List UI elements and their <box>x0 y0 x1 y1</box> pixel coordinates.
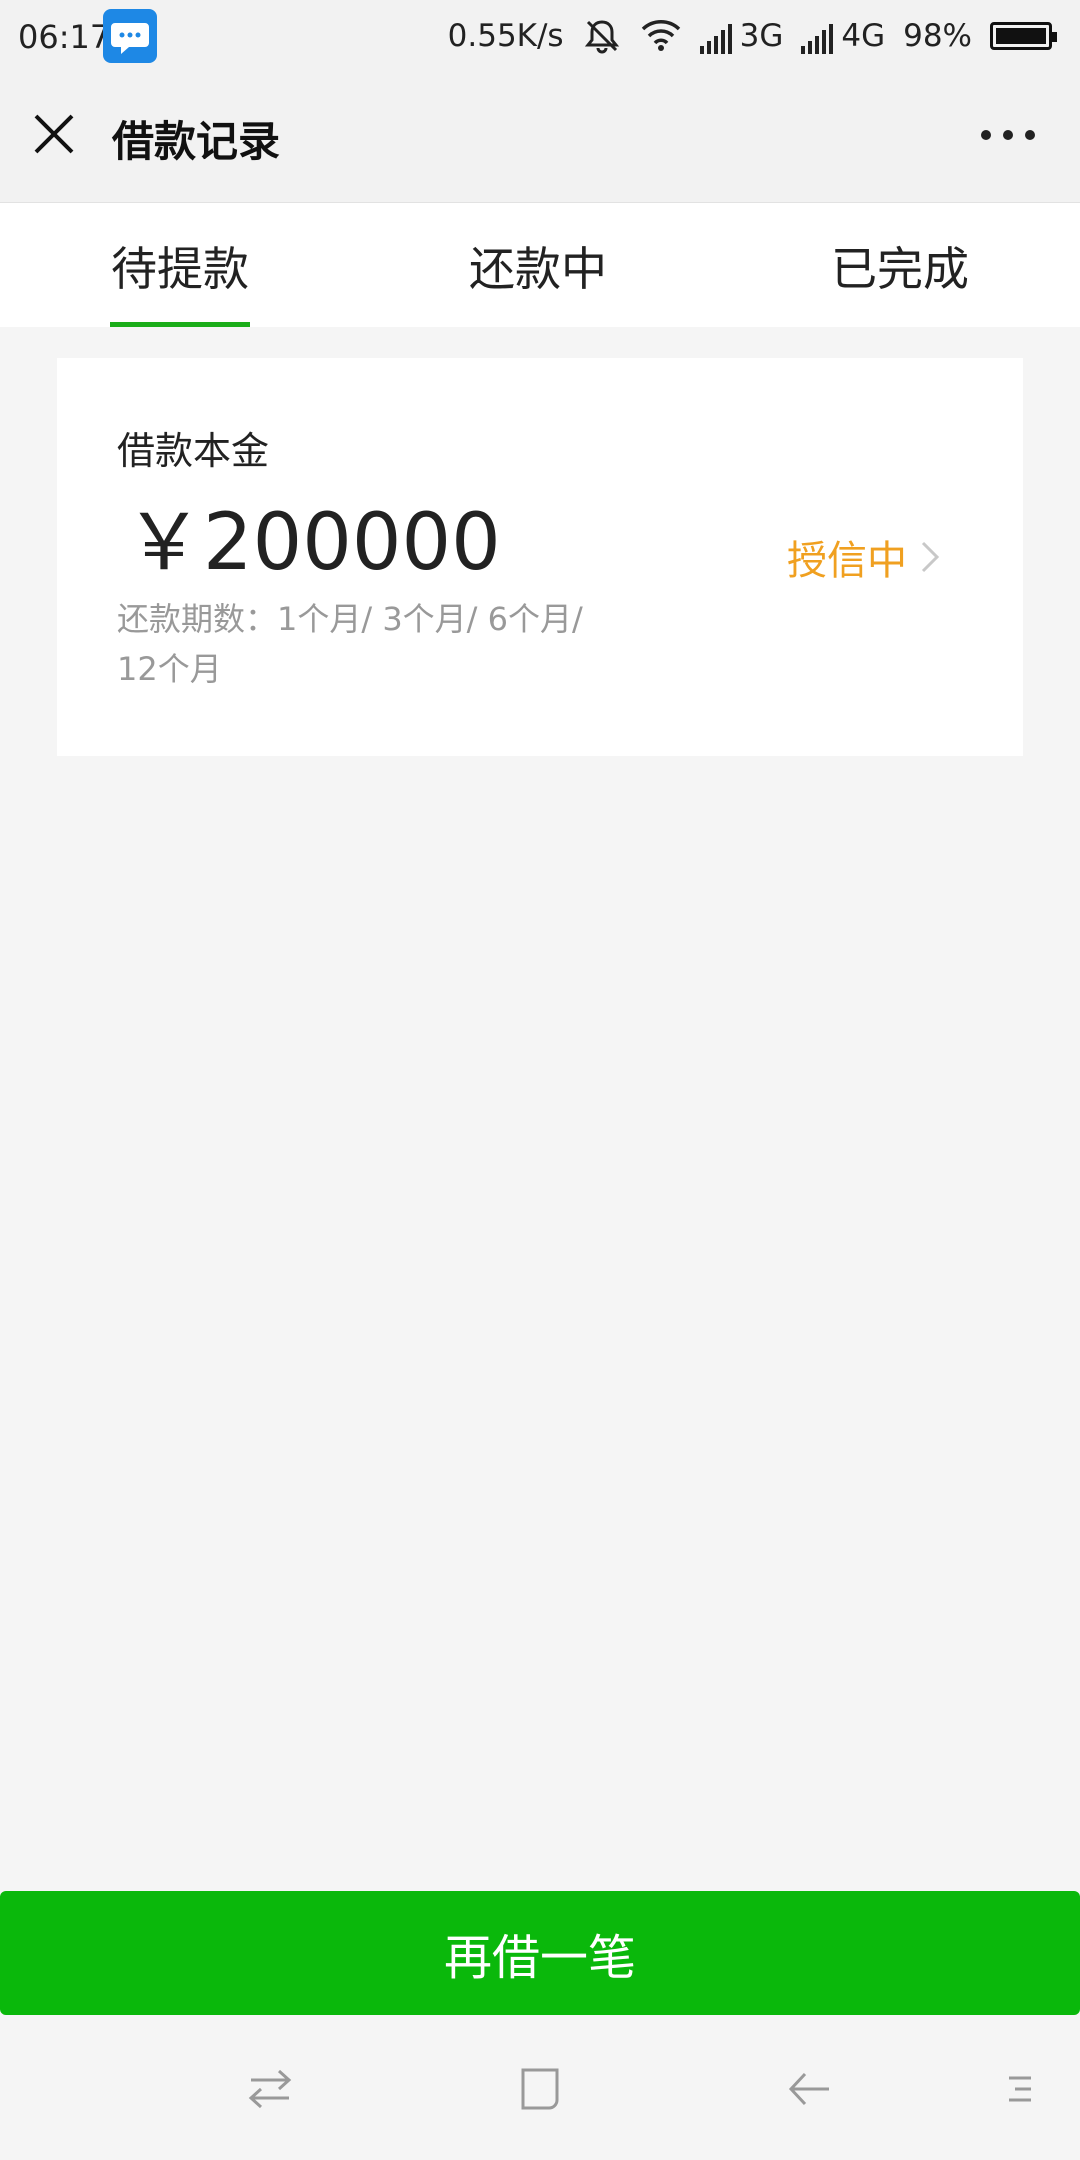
menu-icon[interactable] <box>1005 2064 1035 2114</box>
more-icon <box>981 130 1035 140</box>
credit-status-link[interactable]: 授信中 <box>787 528 941 586</box>
active-tab-indicator <box>110 322 250 327</box>
title-bar: 借款记录 <box>0 78 1080 203</box>
tab-repaying[interactable]: 还款中 <box>468 233 608 299</box>
status-right: 0.55K/s 3G 4G 98% <box>447 16 1057 56</box>
back-arrow-icon[interactable] <box>785 2064 835 2114</box>
loan-principal-label: 借款本金 <box>117 429 270 473</box>
page-title: 借款记录 <box>112 117 281 166</box>
credit-status-text: 授信中 <box>787 538 907 584</box>
chevron-right-icon <box>921 541 940 573</box>
wifi-icon <box>641 20 680 51</box>
system-nav-bar <box>0 2016 1080 2160</box>
signal-icon <box>801 24 834 54</box>
network-speed: 0.55K/s <box>447 18 564 54</box>
repayment-terms: 还款期数：1个月/ 3个月/ 6个月/ 12个月 <box>117 594 637 694</box>
switch-arrows-icon[interactable] <box>245 2064 295 2114</box>
repayment-terms-line-2: 12个月 <box>117 650 222 688</box>
network-type-4g: 4G <box>841 18 886 54</box>
message-icon <box>103 9 157 63</box>
signal-4g: 4G <box>801 18 885 54</box>
battery-percent: 98% <box>903 18 972 54</box>
status-time: 06:17 <box>18 18 111 56</box>
close-button[interactable] <box>30 110 78 158</box>
signal-icon <box>699 24 732 54</box>
battery-icon <box>990 22 1057 50</box>
close-icon <box>34 114 74 154</box>
repayment-terms-line-1: 还款期数：1个月/ 3个月/ 6个月/ <box>117 600 583 638</box>
signal-3g: 3G <box>699 18 784 54</box>
loan-amount: ￥200000 <box>125 498 501 588</box>
home-square-icon[interactable] <box>515 2064 565 2114</box>
network-type-3g: 3G <box>739 18 784 54</box>
tab-bar: 待提款 还款中 已完成 <box>0 203 1080 327</box>
tab-completed[interactable]: 已完成 <box>830 233 970 299</box>
loan-card[interactable]: 借款本金 ￥200000 还款期数：1个月/ 3个月/ 6个月/ 12个月 授信… <box>57 358 1023 756</box>
status-bar: 06:17 0.55K/s 3G 4G 98% <box>0 0 1080 78</box>
bell-off-icon <box>584 20 619 54</box>
tab-pending-withdrawal[interactable]: 待提款 <box>110 233 250 299</box>
more-button[interactable] <box>976 118 1040 152</box>
borrow-again-button[interactable]: 再借一笔 <box>0 1891 1080 2015</box>
